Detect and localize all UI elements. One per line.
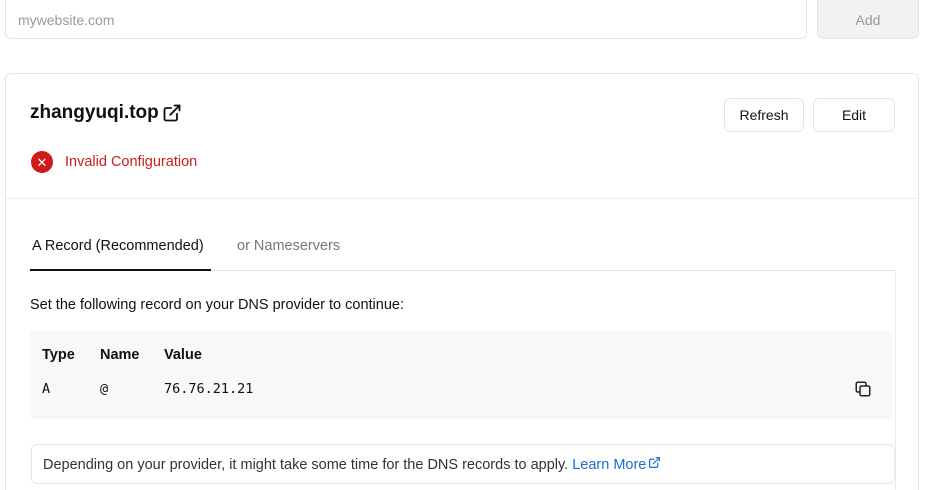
header-type: Type <box>42 347 75 363</box>
edit-button[interactable]: Edit <box>813 98 895 132</box>
copy-icon[interactable] <box>853 379 873 399</box>
domain-link[interactable]: zhangyuqi.top <box>30 102 182 124</box>
note-text: Depending on your provider, it might tak… <box>43 456 569 473</box>
header-name: Name <box>100 347 140 363</box>
learn-more-link[interactable]: Learn More <box>572 456 661 473</box>
domain-card-header: zhangyuqi.top Refresh Edit ✕ Invalid Con… <box>6 74 918 199</box>
learn-more-label: Learn More <box>572 456 647 473</box>
dns-records-table: Type Name Value A @ 76.76.21.21 <box>30 331 892 419</box>
instruction-text: Set the following record on your DNS pro… <box>30 297 404 313</box>
record-value: 76.76.21.21 <box>164 381 254 397</box>
dns-tabs: A Record (Recommended) or Nameservers <box>30 224 896 271</box>
refresh-button[interactable]: Refresh <box>724 98 804 132</box>
tab-a-record[interactable]: A Record (Recommended) <box>32 238 204 254</box>
record-type: A <box>42 381 51 397</box>
domain-name: zhangyuqi.top <box>30 102 159 123</box>
domain-card: zhangyuqi.top Refresh Edit ✕ Invalid Con… <box>5 73 919 490</box>
domain-input[interactable] <box>5 0 807 39</box>
header-value: Value <box>164 347 202 363</box>
a-record-panel: Set the following record on your DNS pro… <box>30 271 896 490</box>
external-link-icon <box>648 456 661 473</box>
status-text: Invalid Configuration <box>65 154 198 170</box>
external-link-icon <box>162 103 182 123</box>
add-domain-form: Add <box>5 0 919 39</box>
add-button[interactable]: Add <box>817 0 919 39</box>
propagation-note: Depending on your provider, it might tak… <box>31 444 895 484</box>
tab-nameservers[interactable]: or Nameservers <box>237 238 340 254</box>
record-name: @ <box>100 381 109 397</box>
error-x-icon: ✕ <box>31 151 53 173</box>
configuration-status: ✕ Invalid Configuration <box>31 151 197 173</box>
